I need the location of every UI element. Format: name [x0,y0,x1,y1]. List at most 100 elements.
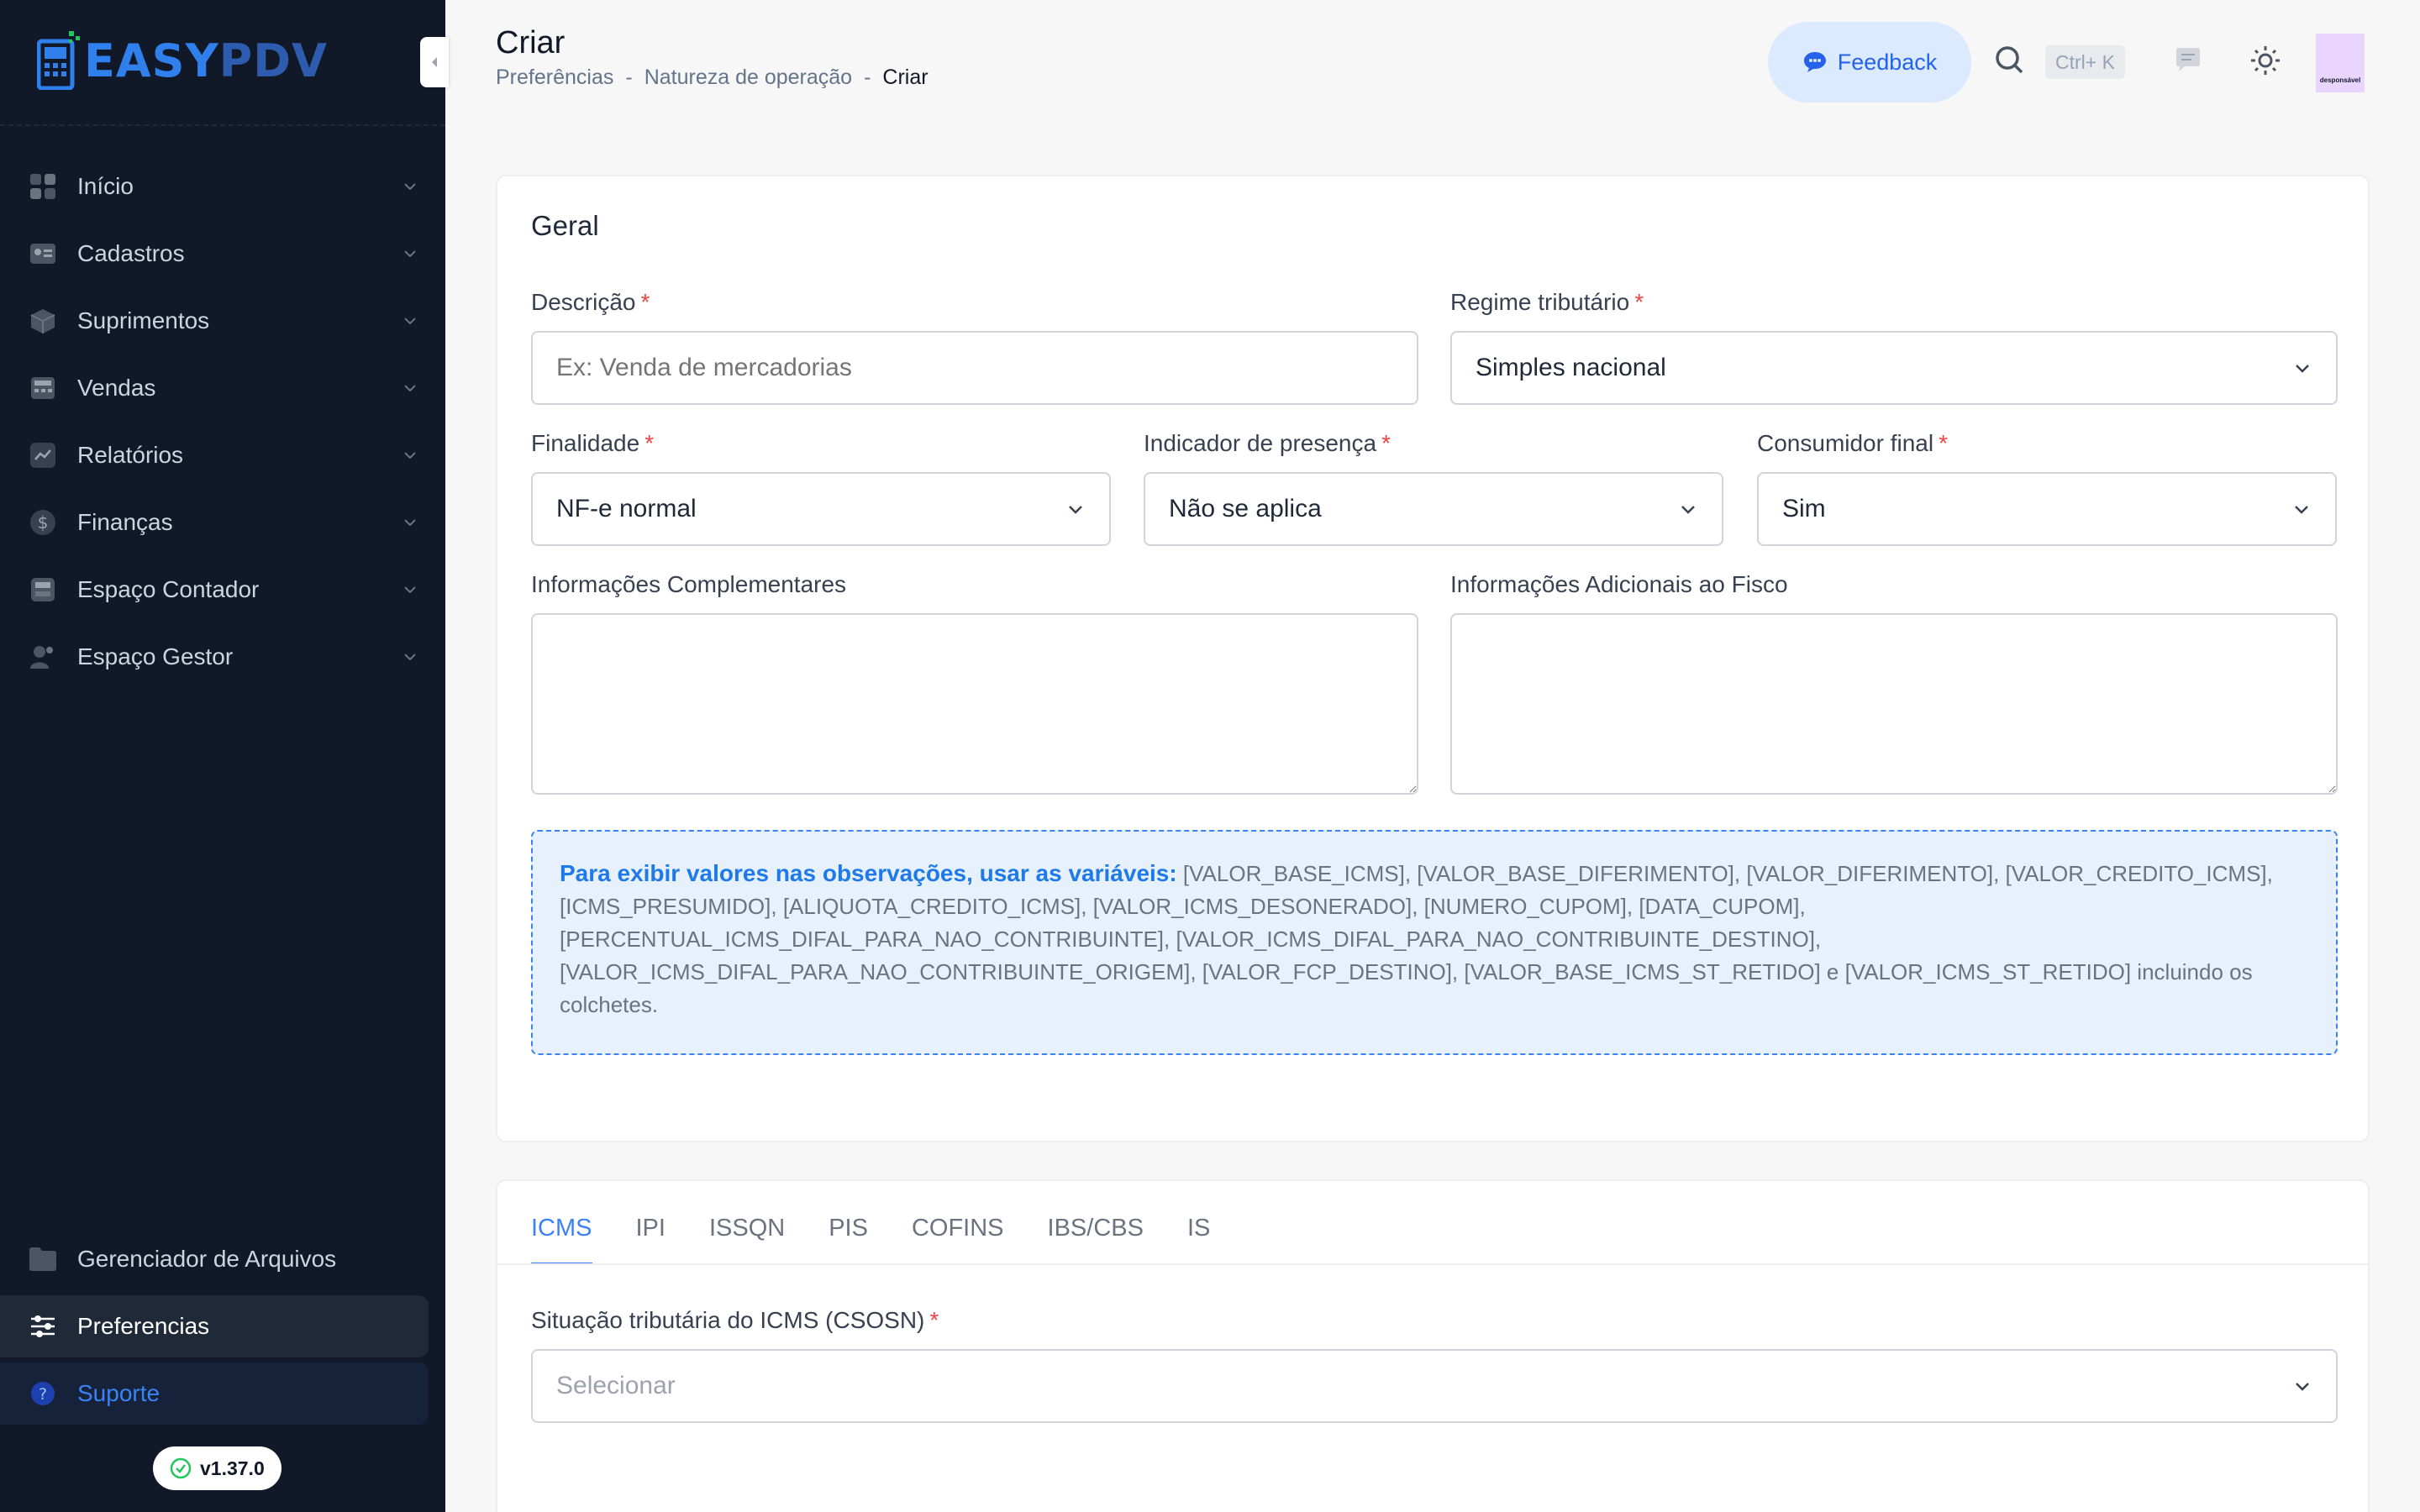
sidebar-item-label: Cadastros [77,240,185,266]
search-icon[interactable] [1993,44,2027,77]
finalidade-label: Finalidade * [531,430,655,456]
sidebar-item-label: Vendas [77,375,156,401]
finalidade-select[interactable]: NF-e normal [531,472,1111,546]
check-circle-icon [170,1457,192,1479]
tab-ibs-cbs[interactable]: IBS/CBS [1048,1215,1144,1265]
chevron-down-icon [404,452,416,459]
tab-ipi[interactable]: IPI [636,1215,666,1265]
sidebar-item-vendas[interactable]: Vendas [0,354,445,422]
breadcrumb-current: Criar [882,66,929,89]
sidebar-item-label: Suprimentos [77,307,210,333]
chevron-left-icon [432,57,437,67]
dollar-icon: $ [29,508,57,537]
breadcrumb: Preferências - Natureza de operação - Cr… [496,66,929,90]
sidebar-item-label: Preferencias [77,1313,210,1339]
chart-icon [29,441,57,470]
info-complementares-textarea[interactable] [531,613,1418,795]
chevron-down-icon [404,250,416,258]
variables-info-box: Para exibir valores nas observações, usa… [531,830,2338,1055]
search-shortcut-badge: Ctrl+ K [2045,45,2125,79]
descricao-input[interactable] [531,331,1418,405]
sidebar-item-cadastros[interactable]: Cadastros [0,220,445,287]
consumidor-select[interactable]: Sim [1757,472,2337,546]
csosn-label: Situação tributária do ICMS (CSOSN) * [531,1307,939,1333]
pos-terminal-icon [36,31,80,91]
tab-cofins[interactable]: COFINS [912,1215,1004,1265]
logo-text: EASYPDV [84,34,328,87]
sidebar-item-label: Gerenciador de Arquivos [77,1246,337,1272]
tabs-divider [497,1263,2368,1265]
general-card: Geral Descrição* Regime tributário* Simp… [496,175,2370,1142]
sidebar-item-label: Início [77,173,134,199]
help-icon: ? [29,1379,57,1408]
presenca-value: Não se aplica [1169,495,1322,522]
grid-icon [29,172,57,201]
chevron-down-icon [1069,506,1082,514]
calculator-icon [29,575,57,604]
sidebar-item-preferencias[interactable]: Preferencias [0,1295,429,1357]
consumidor-label: Consumidor final * [1757,430,1949,456]
collapse-sidebar-button[interactable] [420,37,449,87]
chevron-down-icon [404,183,416,191]
sun-icon[interactable] [2249,44,2282,77]
sidebar-item-relatorios[interactable]: Relatórios [0,422,445,489]
chevron-down-icon [2295,506,2308,514]
page-title: Criar [496,25,566,60]
sidebar-item-suprimentos[interactable]: Suprimentos [0,287,445,354]
chevron-down-icon [404,586,416,594]
info-fisco-label: Informações Adicionais ao Fisco [1450,571,1788,597]
breadcrumb-separator: - [625,66,633,89]
sidebar-item-gerenciador-arquivos[interactable]: Gerenciador de Arquivos [0,1228,429,1290]
tab-icms[interactable]: ICMS [531,1215,592,1265]
sidebar-item-label: Relatórios [77,442,184,468]
tab-issqn[interactable]: ISSQN [709,1215,785,1265]
version-badge: v1.37.0 [153,1446,281,1490]
avatar[interactable]: desponsável [2316,34,2365,92]
sidebar: EASYPDV Início Cadastros Suprimentos Ven… [0,0,445,1512]
sidebar-item-financas[interactable]: $ Finanças [0,489,445,556]
breadcrumb-item[interactable]: Preferências [496,66,613,90]
info-fisco-textarea[interactable] [1450,613,2338,795]
sidebar-divider [0,124,445,126]
sidebar-item-label: Finanças [77,509,173,535]
finalidade-value: NF-e normal [556,495,697,522]
sidebar-item-label: Suporte [77,1380,160,1406]
breadcrumb-item[interactable]: Natureza de operação [644,66,852,90]
chevron-down-icon [404,318,416,325]
chevron-down-icon [404,385,416,392]
breadcrumb-separator: - [864,66,871,89]
tab-pis[interactable]: PIS [829,1215,868,1265]
tab-is[interactable]: IS [1187,1215,1210,1265]
regime-label: Regime tributário * [1450,289,1644,315]
folder-icon [29,1245,57,1273]
chevron-down-icon [1681,506,1695,514]
chat-bubble-icon [1803,52,1826,72]
message-icon[interactable] [2173,45,2203,76]
id-card-icon [29,239,57,268]
sidebar-nav: Início Cadastros Suprimentos Vendas Rela… [0,153,445,690]
csosn-placeholder: Selecionar [556,1372,676,1399]
version-text: v1.37.0 [200,1457,265,1479]
tax-tabs: ICMS IPI ISSQN PIS COFINS IBS/CBS IS [531,1215,1210,1265]
regime-value: Simples nacional [1476,354,1666,381]
avatar-text: desponsável [2319,76,2361,84]
chevron-down-icon [404,654,416,661]
sidebar-item-suporte[interactable]: ? Suporte [0,1362,429,1425]
feedback-button[interactable]: Feedback [1768,22,1971,102]
sidebar-item-inicio[interactable]: Início [0,153,445,220]
tax-card: ICMS IPI ISSQN PIS COFINS IBS/CBS IS Sit… [496,1179,2370,1512]
sidebar-item-espaco-contador[interactable]: Espaço Contador [0,556,445,623]
chevron-down-icon [2296,365,2309,373]
regime-select[interactable]: Simples nacional [1450,331,2338,405]
sidebar-item-label: Espaço Gestor [77,643,234,669]
logo[interactable]: EASYPDV [36,29,328,92]
presenca-select[interactable]: Não se aplica [1144,472,1723,546]
chevron-down-icon [404,519,416,527]
sidebar-item-espaco-gestor[interactable]: Espaço Gestor [0,623,445,690]
manager-icon [29,643,57,671]
sliders-icon [29,1312,57,1341]
sidebar-item-label: Espaço Contador [77,576,260,602]
section-title: Geral [531,210,599,241]
box-icon [29,307,57,335]
csosn-select[interactable]: Selecionar [531,1349,2338,1423]
